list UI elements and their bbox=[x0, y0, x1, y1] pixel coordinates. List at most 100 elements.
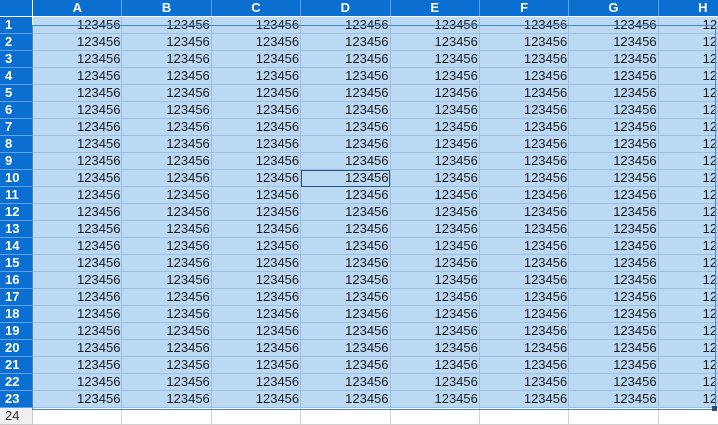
cell-f1[interactable]: 123456 bbox=[479, 16, 570, 34]
cell-h12[interactable]: 123456 bbox=[658, 203, 718, 221]
row-header-22[interactable]: 22 bbox=[0, 373, 34, 391]
cell-h15[interactable]: 123456 bbox=[658, 254, 718, 272]
cell-a16[interactable]: 123456 bbox=[32, 271, 123, 289]
cell-d4[interactable]: 123456 bbox=[300, 67, 391, 85]
cell-e18[interactable]: 123456 bbox=[390, 305, 480, 323]
cell-d14[interactable]: 123456 bbox=[300, 237, 391, 255]
cell-g6[interactable]: 123456 bbox=[568, 101, 659, 119]
cell-g9[interactable]: 123456 bbox=[568, 152, 659, 170]
cell-c8[interactable]: 123456 bbox=[211, 135, 302, 153]
cell-h20[interactable]: 123456 bbox=[658, 339, 718, 357]
cell-g2[interactable]: 123456 bbox=[568, 33, 659, 51]
cell-b9[interactable]: 123456 bbox=[121, 152, 212, 170]
cell-e22[interactable]: 123456 bbox=[390, 373, 480, 391]
cell-c12[interactable]: 123456 bbox=[211, 203, 302, 221]
cell-f2[interactable]: 123456 bbox=[479, 33, 570, 51]
cell-c17[interactable]: 123456 bbox=[211, 288, 302, 306]
cell-a6[interactable]: 123456 bbox=[32, 101, 123, 119]
cell-e20[interactable]: 123456 bbox=[390, 339, 480, 357]
cell-f5[interactable]: 123456 bbox=[479, 84, 570, 102]
cell-b4[interactable]: 123456 bbox=[121, 67, 212, 85]
cell-f10[interactable]: 123456 bbox=[479, 169, 570, 187]
cell-g21[interactable]: 123456 bbox=[568, 356, 659, 374]
cell-f21[interactable]: 123456 bbox=[479, 356, 570, 374]
cell-a4[interactable]: 123456 bbox=[32, 67, 123, 85]
cell-h7[interactable]: 123456 bbox=[658, 118, 718, 136]
cell-d23[interactable]: 123456 bbox=[300, 390, 391, 408]
cell-b10[interactable]: 123456 bbox=[121, 169, 212, 187]
cell-d16[interactable]: 123456 bbox=[300, 271, 391, 289]
cell-a19[interactable]: 123456 bbox=[32, 322, 123, 340]
cell-d3[interactable]: 123456 bbox=[300, 50, 391, 68]
cell-c22[interactable]: 123456 bbox=[211, 373, 302, 391]
cell-a5[interactable]: 123456 bbox=[32, 84, 123, 102]
cell-g13[interactable]: 123456 bbox=[568, 220, 659, 238]
cell-f7[interactable]: 123456 bbox=[479, 118, 570, 136]
cell-d20[interactable]: 123456 bbox=[300, 339, 391, 357]
cell-h19[interactable]: 123456 bbox=[658, 322, 718, 340]
cell-h3[interactable]: 123456 bbox=[658, 50, 718, 68]
row-header-20[interactable]: 20 bbox=[0, 339, 34, 357]
cell-e3[interactable]: 123456 bbox=[390, 50, 480, 68]
cell-a9[interactable]: 123456 bbox=[32, 152, 123, 170]
cell-e5[interactable]: 123456 bbox=[390, 84, 480, 102]
cell-c10[interactable]: 123456 bbox=[211, 169, 302, 187]
row-header-7[interactable]: 7 bbox=[0, 118, 34, 136]
cell-f13[interactable]: 123456 bbox=[479, 220, 570, 238]
cell-b18[interactable]: 123456 bbox=[121, 305, 212, 323]
cell-b2[interactable]: 123456 bbox=[121, 33, 212, 51]
cell-a7[interactable]: 123456 bbox=[32, 118, 123, 136]
cell-d22[interactable]: 123456 bbox=[300, 373, 391, 391]
cell-g3[interactable]: 123456 bbox=[568, 50, 659, 68]
column-header-f[interactable]: F bbox=[479, 0, 570, 17]
cell-a22[interactable]: 123456 bbox=[32, 373, 123, 391]
cell-f16[interactable]: 123456 bbox=[479, 271, 570, 289]
cell-e12[interactable]: 123456 bbox=[390, 203, 480, 221]
cell-f17[interactable]: 123456 bbox=[479, 288, 570, 306]
cell-e2[interactable]: 123456 bbox=[390, 33, 480, 51]
cell-a2[interactable]: 123456 bbox=[32, 33, 123, 51]
cell-b17[interactable]: 123456 bbox=[121, 288, 212, 306]
cell-b5[interactable]: 123456 bbox=[121, 84, 212, 102]
row-header-16[interactable]: 16 bbox=[0, 271, 34, 289]
cell-c23[interactable]: 123456 bbox=[211, 390, 302, 408]
cell-f18[interactable]: 123456 bbox=[479, 305, 570, 323]
cell-b19[interactable]: 123456 bbox=[121, 322, 212, 340]
cell-b7[interactable]: 123456 bbox=[121, 118, 212, 136]
cell-c18[interactable]: 123456 bbox=[211, 305, 302, 323]
cell-c2[interactable]: 123456 bbox=[211, 33, 302, 51]
cell-a20[interactable]: 123456 bbox=[32, 339, 123, 357]
cell-h8[interactable]: 123456 bbox=[658, 135, 718, 153]
cell-h1[interactable]: 123456 bbox=[658, 16, 718, 34]
cell-d24[interactable] bbox=[300, 407, 391, 425]
row-header-23[interactable]: 23 bbox=[0, 390, 34, 408]
cell-b22[interactable]: 123456 bbox=[121, 373, 212, 391]
cell-a3[interactable]: 123456 bbox=[32, 50, 123, 68]
cell-d1[interactable]: 123456 bbox=[300, 16, 391, 34]
cell-b13[interactable]: 123456 bbox=[121, 220, 212, 238]
cell-c9[interactable]: 123456 bbox=[211, 152, 302, 170]
cell-b3[interactable]: 123456 bbox=[121, 50, 212, 68]
cell-g8[interactable]: 123456 bbox=[568, 135, 659, 153]
cell-f20[interactable]: 123456 bbox=[479, 339, 570, 357]
cell-c11[interactable]: 123456 bbox=[211, 186, 302, 204]
cell-g24[interactable] bbox=[568, 407, 659, 425]
cell-d11[interactable]: 123456 bbox=[300, 186, 391, 204]
cell-a8[interactable]: 123456 bbox=[32, 135, 123, 153]
cell-f12[interactable]: 123456 bbox=[479, 203, 570, 221]
cell-g1[interactable]: 123456 bbox=[568, 16, 659, 34]
cell-f11[interactable]: 123456 bbox=[479, 186, 570, 204]
cell-d19[interactable]: 123456 bbox=[300, 322, 391, 340]
cell-g22[interactable]: 123456 bbox=[568, 373, 659, 391]
cell-d13[interactable]: 123456 bbox=[300, 220, 391, 238]
cell-c6[interactable]: 123456 bbox=[211, 101, 302, 119]
cell-g20[interactable]: 123456 bbox=[568, 339, 659, 357]
cell-b1[interactable]: 123456 bbox=[121, 16, 212, 34]
cell-f8[interactable]: 123456 bbox=[479, 135, 570, 153]
cell-h18[interactable]: 123456 bbox=[658, 305, 718, 323]
cell-c5[interactable]: 123456 bbox=[211, 84, 302, 102]
cell-a17[interactable]: 123456 bbox=[32, 288, 123, 306]
row-header-3[interactable]: 3 bbox=[0, 50, 34, 68]
cell-c7[interactable]: 123456 bbox=[211, 118, 302, 136]
cell-g15[interactable]: 123456 bbox=[568, 254, 659, 272]
